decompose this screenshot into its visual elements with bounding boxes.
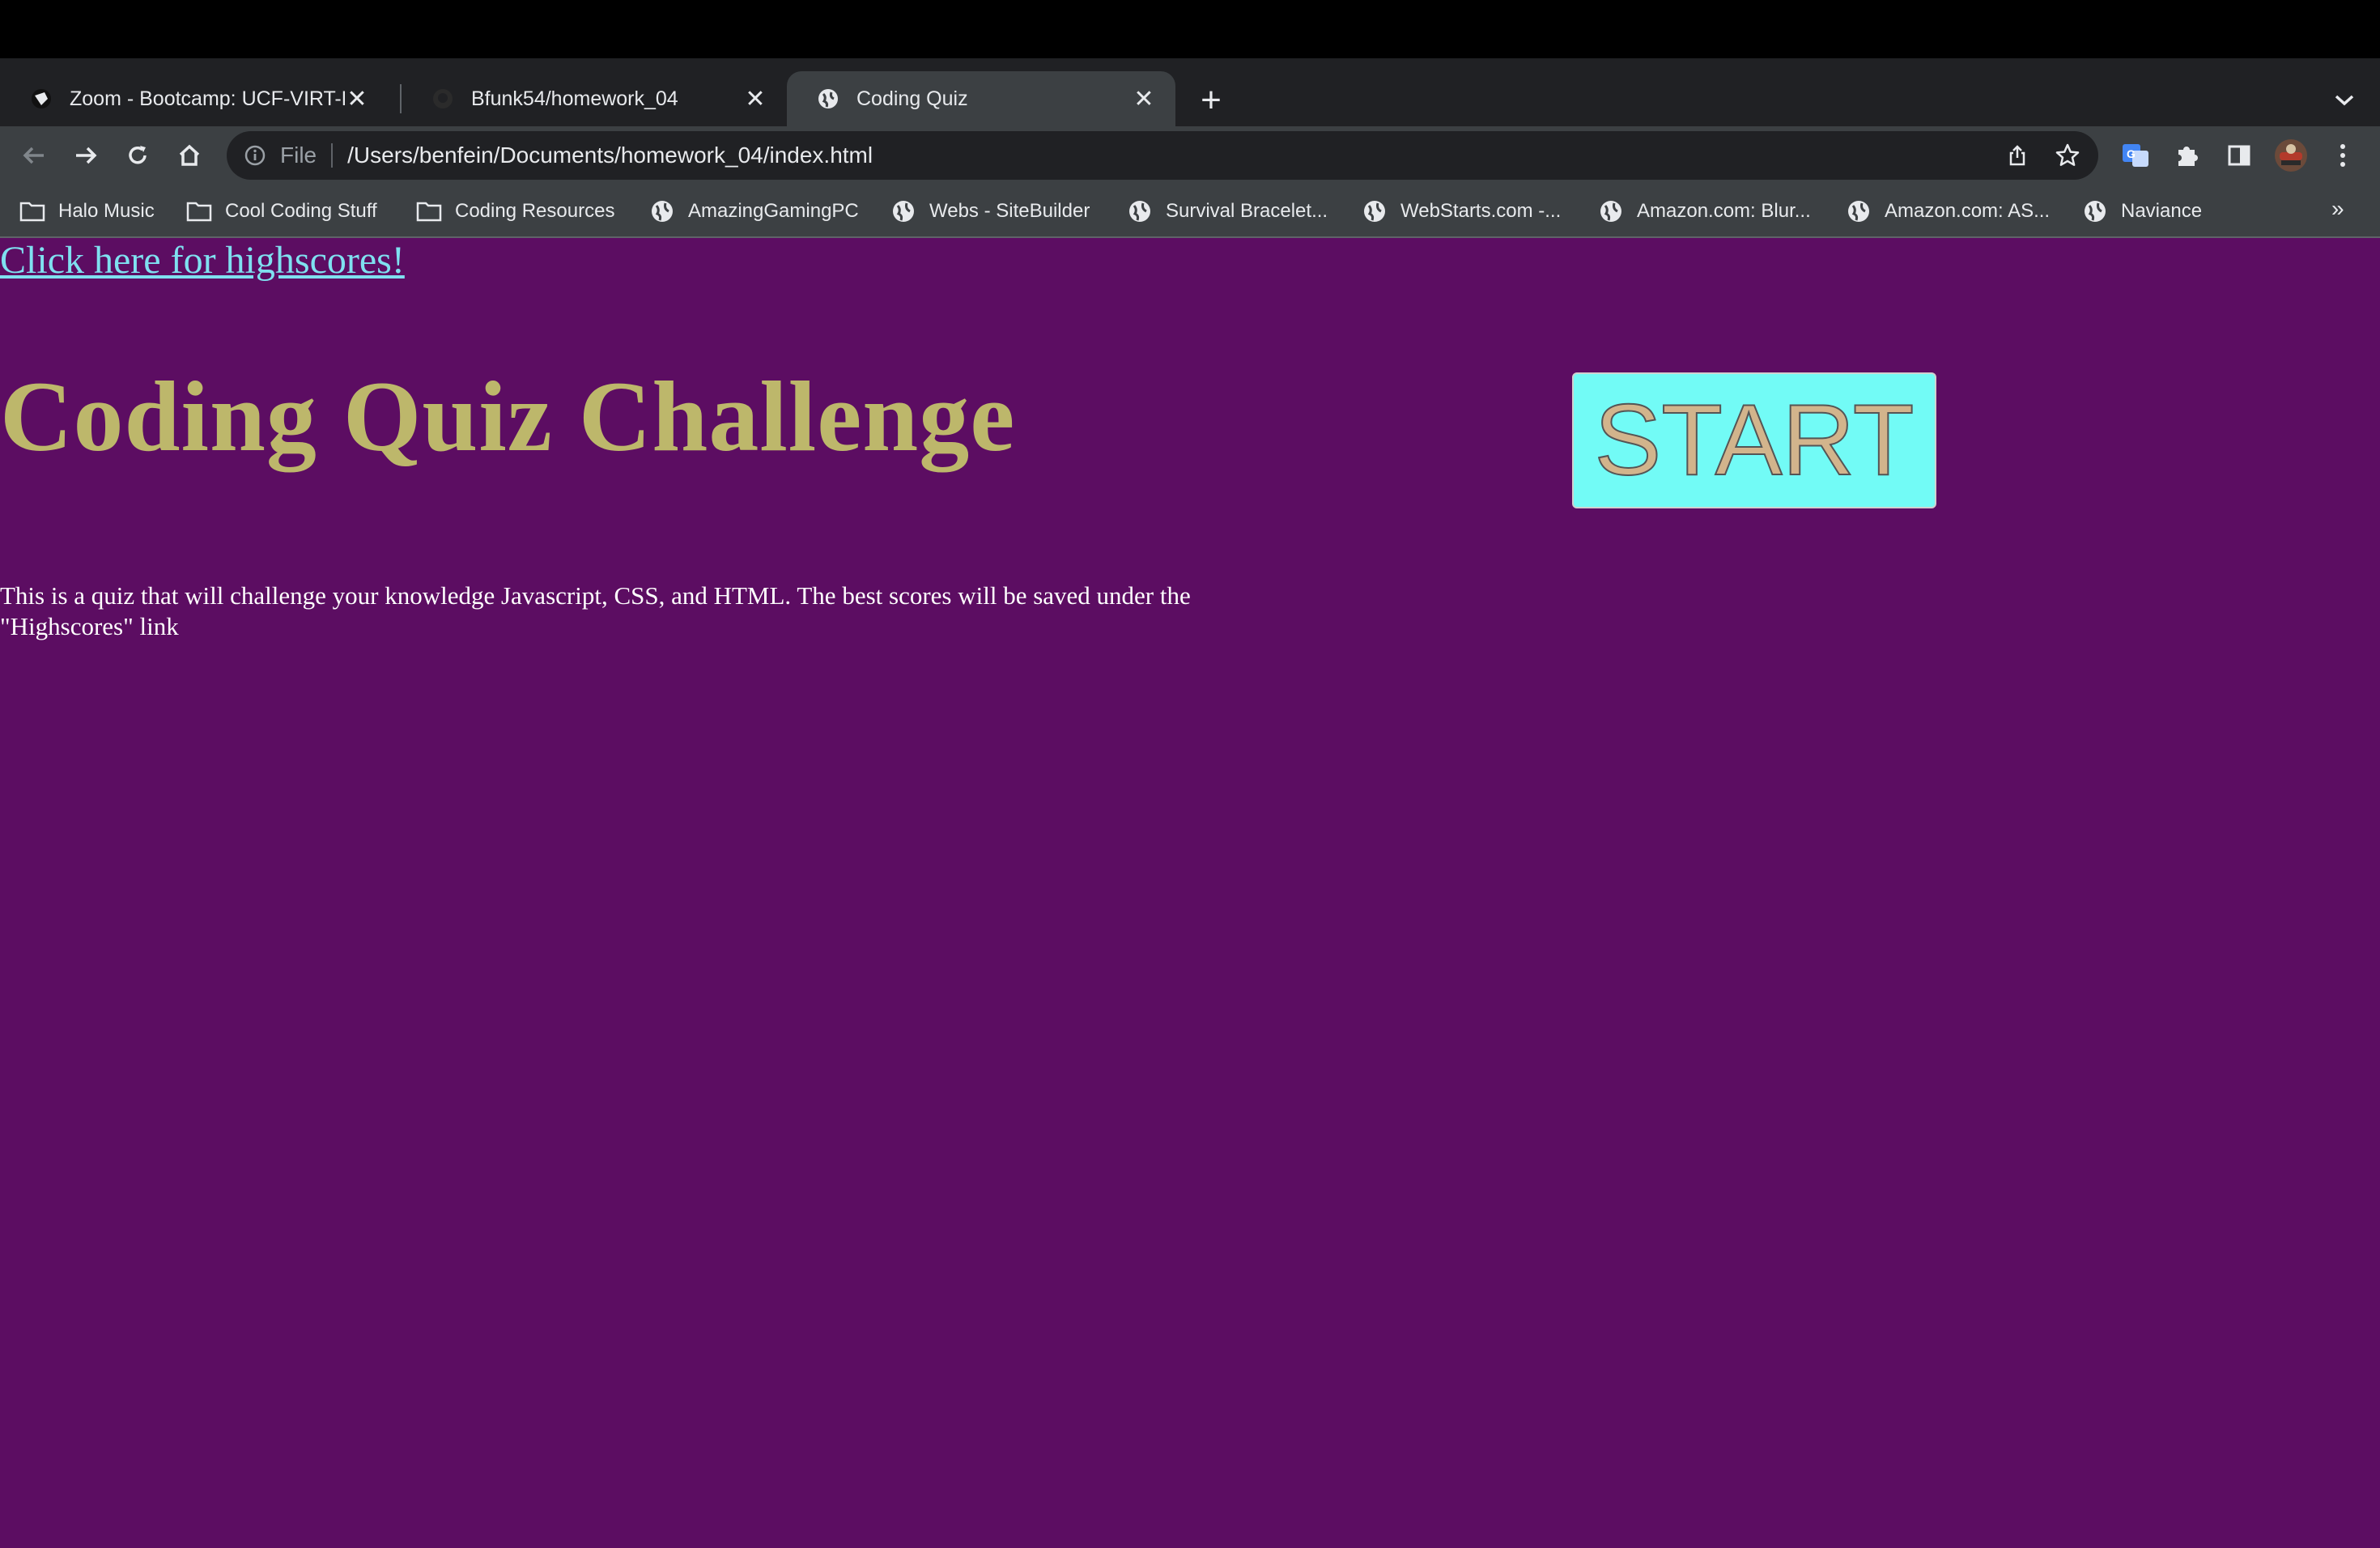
tab-title: Bfunk54/homework_04 bbox=[471, 87, 678, 110]
tab-strip: Zoom - Bootcamp: UCF-VIRT-F ✕ Bfunk54/ho… bbox=[0, 58, 2380, 126]
new-tab-button[interactable]: + bbox=[1192, 80, 1230, 120]
globe-icon bbox=[890, 198, 916, 224]
translate-icon[interactable]: G bbox=[2116, 136, 2155, 175]
bookmark-webstarts[interactable]: WebStarts.com -... bbox=[1362, 196, 1561, 227]
address-bar[interactable]: File /Users/benfein/Documents/homework_0… bbox=[227, 131, 2098, 180]
bookmark-label: Webs - SiteBuilder bbox=[929, 200, 1090, 222]
globe-icon bbox=[649, 198, 675, 224]
bookmark-cool-coding-stuff[interactable]: Cool Coding Stuff bbox=[186, 196, 377, 227]
bookmark-label: Amazon.com: AS... bbox=[1885, 200, 2051, 222]
forward-arrow-icon[interactable] bbox=[65, 134, 107, 176]
bookmark-label: Amazon.com: Blur... bbox=[1637, 200, 1811, 222]
bookmark-label: Halo Music bbox=[58, 200, 155, 222]
tab-zoom[interactable]: Zoom - Bootcamp: UCF-VIRT-F ✕ bbox=[0, 71, 389, 126]
start-button[interactable]: START bbox=[1572, 372, 1936, 508]
bookmark-label: AmazingGamingPC bbox=[688, 200, 859, 222]
tab-title: Zoom - Bootcamp: UCF-VIRT-F bbox=[70, 87, 345, 110]
bookmark-coding-resources[interactable]: Coding Resources bbox=[416, 196, 614, 227]
bookmark-label: WebStarts.com -... bbox=[1400, 200, 1562, 222]
tab-coding-quiz[interactable]: Coding Quiz ✕ bbox=[787, 71, 1175, 126]
tab-title: Coding Quiz bbox=[856, 87, 968, 110]
browser-toolbar: File /Users/benfein/Documents/homework_0… bbox=[0, 126, 2380, 185]
globe-icon bbox=[816, 87, 840, 111]
globe-icon bbox=[1846, 198, 1872, 224]
close-icon[interactable]: ✕ bbox=[345, 86, 369, 113]
home-icon[interactable] bbox=[168, 134, 210, 176]
globe-icon bbox=[1127, 198, 1153, 224]
side-panel-icon[interactable] bbox=[2220, 136, 2259, 175]
share-icon[interactable] bbox=[1998, 136, 2037, 175]
bookmark-halo-music[interactable]: Halo Music bbox=[19, 196, 155, 227]
close-icon[interactable]: ✕ bbox=[1132, 86, 1156, 113]
bookmark-amazon-as[interactable]: Amazon.com: AS... bbox=[1846, 196, 2050, 227]
folder-icon bbox=[416, 198, 442, 224]
bookmark-amazinggamingpc[interactable]: AmazingGamingPC bbox=[649, 196, 859, 227]
folder-icon bbox=[19, 198, 45, 224]
bookmark-label: Cool Coding Stuff bbox=[225, 200, 377, 222]
bookmark-label: Naviance bbox=[2121, 200, 2203, 222]
page-title: Coding Quiz Challenge bbox=[0, 361, 1016, 472]
bookmark-webs-sitebuilder[interactable]: Webs - SiteBuilder bbox=[890, 196, 1090, 227]
reload-icon[interactable] bbox=[117, 134, 159, 176]
back-arrow-icon[interactable] bbox=[13, 134, 55, 176]
bookmark-naviance[interactable]: Naviance bbox=[2082, 196, 2202, 227]
globe-icon bbox=[1598, 198, 1624, 224]
tab-github[interactable]: Bfunk54/homework_04 ✕ bbox=[402, 71, 787, 126]
globe-icon bbox=[2082, 198, 2108, 224]
close-icon[interactable]: ✕ bbox=[743, 86, 767, 113]
os-menu-bar bbox=[0, 0, 2380, 58]
bookmark-star-icon[interactable] bbox=[2048, 136, 2087, 175]
extensions-puzzle-icon[interactable] bbox=[2168, 136, 2207, 175]
bookmark-label: Coding Resources bbox=[455, 200, 615, 222]
github-icon bbox=[431, 87, 455, 111]
globe-icon bbox=[1362, 198, 1388, 224]
zoom-icon bbox=[29, 87, 53, 111]
bookmarks-overflow-icon[interactable]: » bbox=[2331, 196, 2344, 222]
info-icon[interactable] bbox=[243, 143, 267, 168]
folder-icon bbox=[186, 198, 212, 224]
url-divider bbox=[331, 143, 334, 168]
quiz-description: This is a quiz that will challenge your … bbox=[0, 581, 1191, 640]
more-vertical-icon[interactable] bbox=[2323, 136, 2362, 175]
url-scheme: File bbox=[280, 142, 317, 168]
bookmark-amazon-blur[interactable]: Amazon.com: Blur... bbox=[1598, 196, 1811, 227]
profile-avatar[interactable] bbox=[2272, 136, 2310, 175]
svg-text:G: G bbox=[2127, 147, 2136, 160]
url-text[interactable]: /Users/benfein/Documents/homework_04/ind… bbox=[347, 142, 1998, 168]
page-content: Click here for highscores! Coding Quiz C… bbox=[0, 238, 2380, 1548]
highscores-link[interactable]: Click here for highscores! bbox=[0, 238, 405, 283]
bookmarks-bar: Halo Music Cool Coding Stuff Coding Reso… bbox=[0, 185, 2380, 238]
bookmark-label: Survival Bracelet... bbox=[1166, 200, 1328, 222]
tab-search-chevron-icon[interactable] bbox=[2325, 81, 2364, 120]
bookmark-survival-bracelet[interactable]: Survival Bracelet... bbox=[1127, 196, 1328, 227]
